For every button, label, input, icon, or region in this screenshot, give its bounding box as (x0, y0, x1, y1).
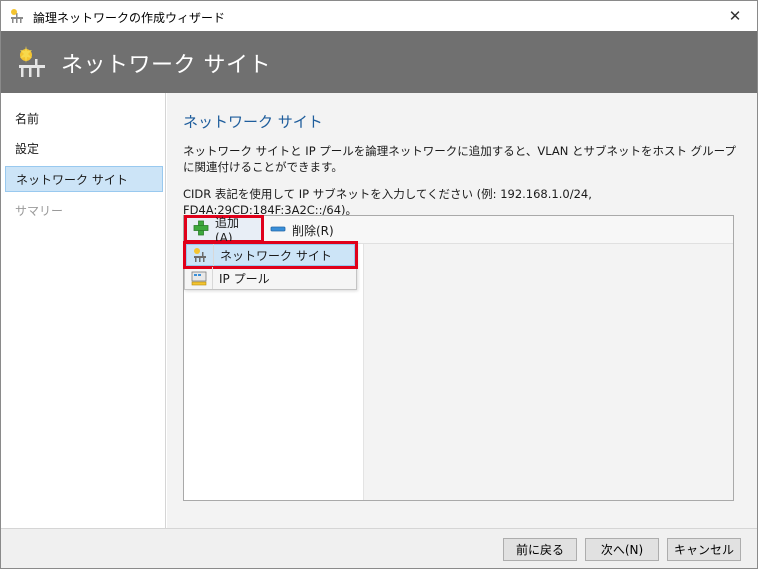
page-title: ネットワーク サイト (183, 113, 323, 131)
cancel-button[interactable]: キャンセル (667, 538, 741, 561)
network-site-banner-icon (15, 45, 49, 79)
menu-item-label: IP プール (219, 271, 270, 286)
remove-button[interactable]: 削除(R) (264, 219, 354, 241)
remove-button-label: 削除(R) (292, 223, 334, 238)
sidebar-item-name[interactable]: 名前 (5, 106, 163, 132)
network-wizard-icon (9, 8, 25, 24)
wizard-steps-sidebar: 名前 設定 ネットワーク サイト サマリー (1, 93, 166, 528)
sidebar-item-label: ネットワーク サイト (16, 173, 128, 187)
wizard-window: 論理ネットワークの作成ウィザード ✕ ネットワーク サイト 名前 設定 ネットワ… (0, 0, 758, 569)
ip-pool-icon (186, 270, 212, 286)
sidebar-item-settings[interactable]: 設定 (5, 136, 163, 162)
close-icon: ✕ (728, 7, 742, 25)
window-title: 論理ネットワークの作成ウィザード (33, 11, 226, 25)
menu-item-network-site[interactable]: ネットワーク サイト (183, 241, 358, 269)
menu-separator (212, 267, 213, 289)
sidebar-item-label: 名前 (15, 112, 40, 126)
sidebar-item-summary: サマリー (5, 198, 163, 224)
title-bar: 論理ネットワークの作成ウィザード ✕ (1, 1, 757, 31)
wizard-footer: 前に戻る 次へ(N) キャンセル (1, 528, 757, 568)
sidebar-item-network-site[interactable]: ネットワーク サイト (5, 166, 163, 192)
minus-icon (270, 221, 286, 240)
close-button[interactable]: ✕ (713, 1, 757, 31)
banner-title: ネットワーク サイト (61, 53, 271, 78)
cidr-hint: CIDR 表記を使用して IP サブネットを入力してください (例: 192.1… (183, 187, 592, 217)
menu-item-label: ネットワーク サイト (220, 248, 332, 263)
back-button[interactable]: 前に戻る (503, 538, 577, 561)
network-site-icon (187, 247, 213, 263)
wizard-banner: ネットワーク サイト (1, 31, 757, 93)
menu-item-ip-pool[interactable]: IP プール (186, 267, 355, 289)
sidebar-item-label: 設定 (15, 142, 40, 156)
main-content: ネットワーク サイト ネットワーク サイトと IP プールを論理ネットワークに追… (167, 93, 757, 528)
add-button-label: 追加(A) (215, 215, 240, 245)
network-site-panel: 追加(A) 削除(R) ネットワーク サイト IP プール (183, 215, 734, 501)
next-button[interactable]: 次へ(N) (585, 538, 659, 561)
plus-icon (193, 220, 209, 239)
site-details-area (364, 244, 733, 500)
page-description: ネットワーク サイトと IP プールを論理ネットワークに追加すると、VLAN と… (183, 144, 736, 174)
sidebar-item-label: サマリー (15, 204, 64, 218)
add-button[interactable]: 追加(A) (184, 215, 264, 245)
menu-separator (213, 244, 214, 266)
add-dropdown-menu: ネットワーク サイト IP プール (183, 241, 358, 290)
list-toolbar: 追加(A) 削除(R) (184, 215, 733, 245)
